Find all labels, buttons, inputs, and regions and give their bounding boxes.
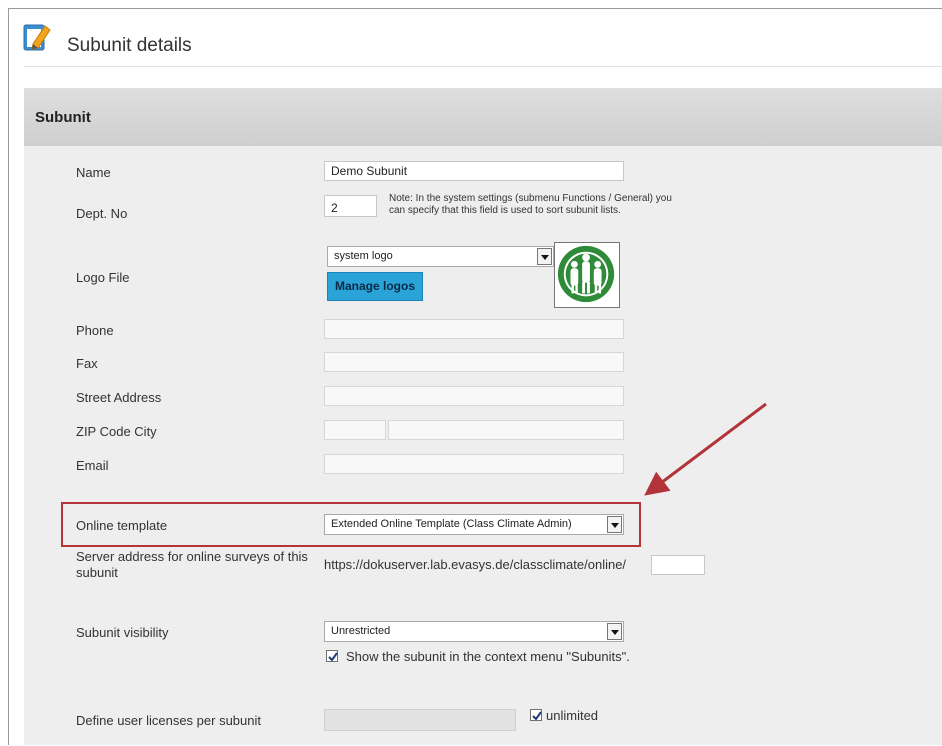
annotation-arrow-icon	[644, 402, 767, 496]
main-frame: Subunit details Subunit Name Demo Subuni…	[8, 8, 942, 745]
